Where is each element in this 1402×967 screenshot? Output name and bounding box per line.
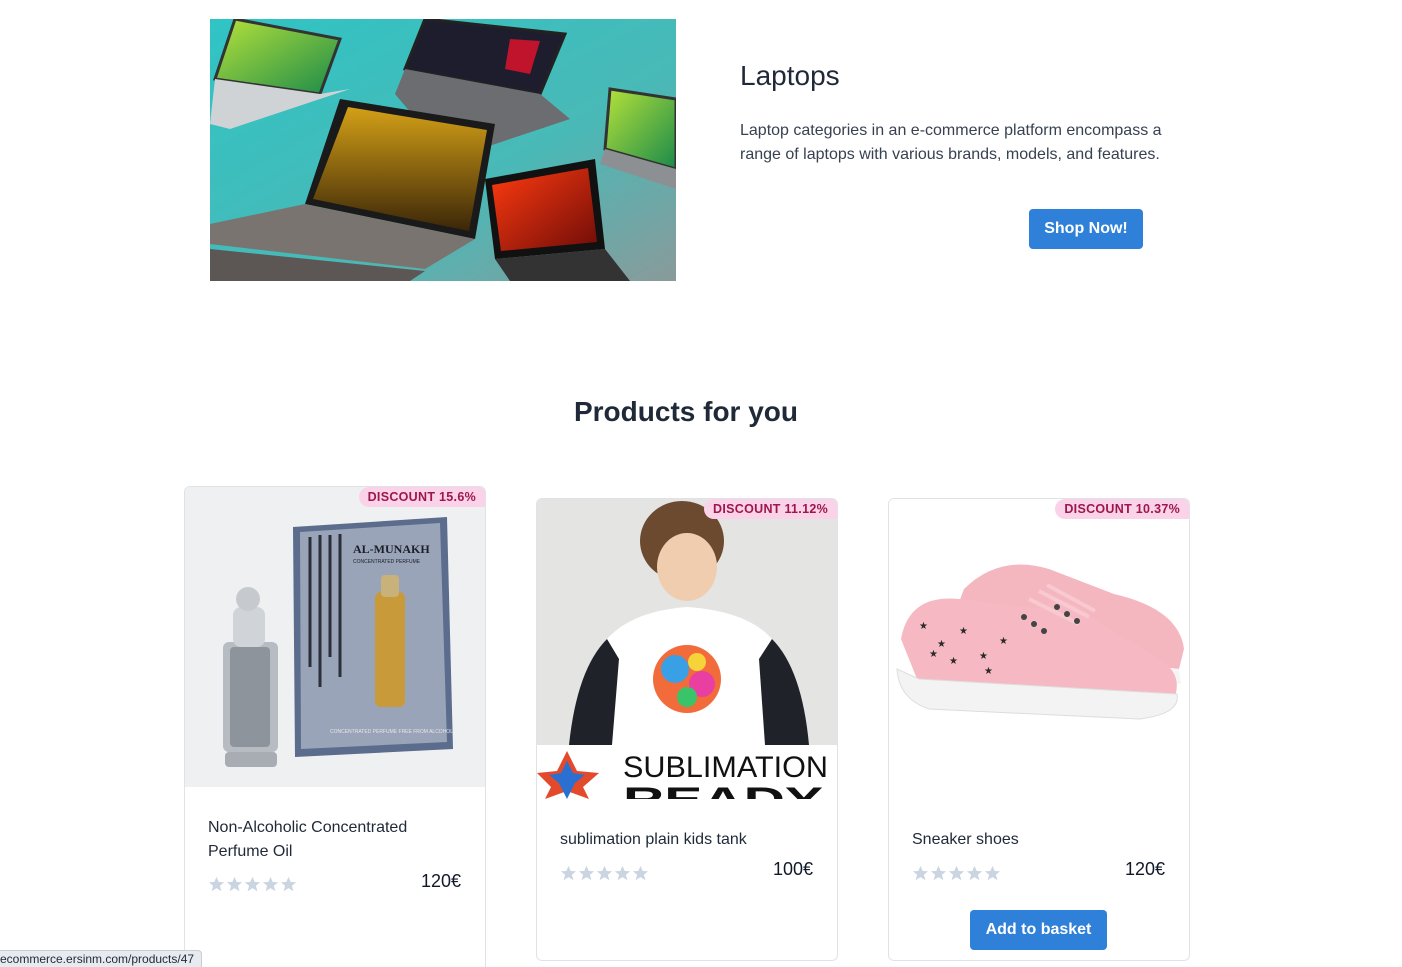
svg-text:★: ★ bbox=[929, 649, 938, 660]
product-image[interactable]: SUBLIMATION READY bbox=[537, 499, 837, 799]
hero-content: Laptops Laptop categories in an e-commer… bbox=[740, 58, 1170, 167]
product-card[interactable]: DISCOUNT 11.12% SUBLIMATION READY bbox=[536, 498, 838, 961]
status-bar-url: ecommerce.ersinm.com/products/47 bbox=[0, 950, 203, 967]
star-icon bbox=[930, 865, 947, 881]
section-title: Products for you bbox=[573, 396, 798, 427]
svg-text:★: ★ bbox=[999, 636, 1008, 647]
rating-stars bbox=[560, 865, 649, 882]
star-icon bbox=[262, 876, 279, 892]
hero-description: Laptop categories in an e-commerce platf… bbox=[740, 122, 1162, 163]
product-image[interactable]: ★ ★ ★ ★ ★ ★ ★ ★ bbox=[889, 499, 1189, 799]
star-icon bbox=[912, 865, 929, 881]
hero-title: Laptops bbox=[740, 60, 840, 91]
product-price: 100€ bbox=[772, 859, 813, 879]
product-card[interactable]: DISCOUNT 15.6% AL-MUNAKH CONCENTRATED PE… bbox=[184, 486, 486, 967]
star-icon bbox=[208, 876, 225, 892]
banner-text-1: SUBLIMATION bbox=[623, 751, 828, 784]
add-to-basket-button[interactable]: Add to basket bbox=[970, 910, 1107, 950]
star-icon bbox=[948, 865, 965, 881]
svg-text:★: ★ bbox=[949, 656, 958, 667]
product-name[interactable]: sublimation plain kids tank bbox=[560, 828, 810, 852]
box-footer-text: CONCENTRATED PERFUME FREE FROM ALCOHOL bbox=[330, 729, 453, 735]
discount-badge: DISCOUNT 10.37% bbox=[1055, 499, 1189, 519]
star-icon bbox=[614, 865, 631, 881]
product-price: 120€ bbox=[1124, 859, 1165, 879]
svg-text:★: ★ bbox=[937, 639, 946, 650]
star-icon bbox=[984, 865, 1001, 881]
star-icon bbox=[596, 865, 613, 881]
svg-text:★: ★ bbox=[984, 666, 993, 677]
svg-text:★: ★ bbox=[919, 621, 928, 632]
star-icon bbox=[280, 876, 297, 892]
star-icon bbox=[244, 876, 261, 892]
rating-stars bbox=[912, 865, 1001, 882]
discount-badge: DISCOUNT 11.12% bbox=[704, 499, 837, 519]
product-card[interactable]: DISCOUNT 10.37% ★ ★ ★ ★ ★ ★ ★ ★ Sneaker … bbox=[888, 498, 1190, 961]
product-name[interactable]: Sneaker shoes bbox=[912, 828, 1162, 852]
discount-badge: DISCOUNT 15.6% bbox=[358, 487, 485, 507]
product-image[interactable]: AL-MUNAKH CONCENTRATED PERFUME CONCENTRA… bbox=[185, 487, 485, 787]
star-icon bbox=[560, 865, 577, 881]
banner-text-2: READY bbox=[623, 781, 824, 799]
hero-image bbox=[210, 19, 676, 281]
shop-now-button[interactable]: Shop Now! bbox=[1029, 209, 1143, 249]
box-brand-text: AL-MUNAKH bbox=[353, 542, 430, 556]
svg-text:★: ★ bbox=[959, 626, 968, 637]
product-name[interactable]: Non-Alcoholic Concentrated Perfume Oil bbox=[208, 816, 458, 864]
star-icon bbox=[632, 865, 649, 881]
star-icon bbox=[578, 865, 595, 881]
star-icon bbox=[226, 876, 243, 892]
star-icon bbox=[966, 865, 983, 881]
rating-stars bbox=[208, 876, 297, 893]
box-sub-text: CONCENTRATED PERFUME bbox=[353, 559, 421, 565]
svg-text:★: ★ bbox=[979, 651, 988, 662]
product-price: 120€ bbox=[420, 871, 461, 891]
